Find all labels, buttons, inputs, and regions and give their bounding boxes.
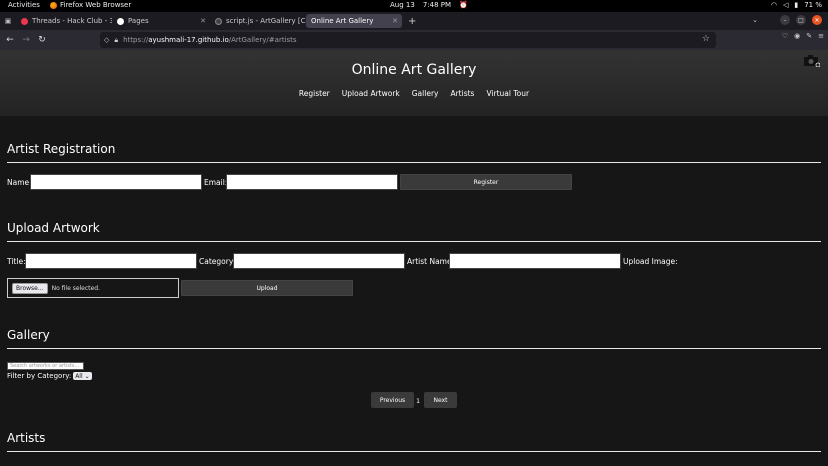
category-input[interactable] (233, 253, 405, 269)
clock[interactable]: Aug 13 7:48 PM ⏰ (390, 1, 468, 9)
registration-heading: Artist Registration (7, 142, 116, 156)
tab-art-gallery[interactable]: Online Art Gallery ✕ (306, 14, 402, 28)
name-label: Name: (7, 178, 32, 187)
tab-pages[interactable]: Pages ✕ (112, 14, 210, 28)
select-value: All (75, 372, 83, 380)
battery-icon: ▮ (794, 1, 799, 9)
nav-link-artists[interactable]: Artists (450, 89, 474, 98)
tab-list-icon[interactable]: ▣ (0, 12, 16, 30)
category-filter: Filter by Category: All ⌄ (7, 372, 92, 380)
tab-strip: ▣ Threads - Hack Club - 3 n Pages ✕ scri… (0, 12, 828, 30)
chevron-down-icon: ⌄ (84, 372, 90, 380)
url-scheme: https:// (123, 36, 149, 44)
url-bar[interactable]: ◇ 🔒︎ https://ayushmali-17.github.io/ArtG… (100, 32, 716, 48)
alarm-icon: ⏰ (459, 1, 468, 9)
pocket-icon[interactable]: ♡ (782, 32, 788, 40)
forward-icon[interactable]: → (18, 32, 34, 48)
shield-icon[interactable]: ◇ (104, 36, 109, 44)
url-path: /ArtGallery/#artists (228, 36, 297, 44)
tab-label: Pages (128, 17, 149, 25)
account-icon[interactable]: ◉ (794, 32, 800, 40)
system-tray[interactable]: ◠ ◁ ▮ 71 % (771, 1, 822, 9)
site-nav: Register Upload Artwork Gallery Artists … (0, 89, 828, 98)
divider (7, 241, 821, 242)
file-input[interactable]: Browse... No file selected. (7, 278, 179, 298)
email-label: Email: (204, 178, 228, 187)
artists-heading: Artists (7, 431, 46, 445)
extensions-icon[interactable]: ✎ (806, 32, 812, 40)
battery-level: 71 % (804, 1, 822, 9)
register-button[interactable]: Register (400, 174, 572, 190)
menu-icon[interactable]: ≡ (818, 32, 824, 40)
close-tab-icon[interactable]: ✕ (200, 17, 206, 25)
file-status: No file selected. (51, 284, 100, 292)
gallery-search-input[interactable]: Search artworks or artists... (7, 362, 84, 370)
back-icon[interactable]: ← (2, 32, 18, 48)
app-name: Firefox Web Browser (60, 1, 132, 9)
tab-script[interactable]: script.js - ArtGallery [Co (210, 14, 306, 28)
chevron-down-icon[interactable]: ⌄ (752, 16, 758, 24)
previous-button[interactable]: Previous (371, 392, 414, 408)
camera-icon[interactable] (804, 55, 820, 67)
url-host: ayushmali-17.github.io (148, 36, 229, 44)
tab-label: script.js - ArtGallery [Co (226, 17, 306, 25)
browse-button[interactable]: Browse... (12, 282, 48, 294)
clock-date: Aug 13 (390, 1, 415, 9)
filter-label: Filter by Category: (7, 372, 72, 380)
hackclub-favicon-icon (21, 17, 28, 25)
nav-link-upload-artwork[interactable]: Upload Artwork (342, 89, 400, 98)
email-input[interactable] (226, 174, 398, 190)
page-content: Online Art Gallery Register Upload Artwo… (0, 50, 828, 466)
wifi-icon: ◠ (770, 1, 777, 9)
divider (7, 162, 821, 163)
gallery-heading: Gallery (7, 328, 50, 342)
site-title: Online Art Gallery (351, 62, 477, 78)
nav-link-register[interactable]: Register (299, 89, 330, 98)
divider (7, 348, 821, 349)
category-select[interactable]: All ⌄ (73, 372, 92, 380)
tab-label: Threads - Hack Club - 3 n (32, 17, 112, 25)
lock-icon[interactable]: 🔒︎ (114, 36, 118, 45)
upload-button[interactable]: Upload (181, 280, 353, 296)
tab-label: Online Art Gallery (311, 17, 374, 25)
clock-time: 7:48 PM (422, 1, 452, 9)
next-button[interactable]: Next (424, 392, 457, 408)
firefox-icon (50, 1, 57, 9)
url-text: https://ayushmali-17.github.io/ArtGaller… (123, 36, 296, 44)
nav-link-gallery[interactable]: Gallery (412, 89, 439, 98)
nav-link-virtual-tour[interactable]: Virtual Tour (486, 89, 529, 98)
navigation-toolbar: ← → ↻ ◇ 🔒︎ https://ayushmali-17.github.i… (0, 30, 828, 50)
title-label: Title: (7, 257, 26, 266)
category-label: Category: (199, 257, 236, 266)
maximize-icon[interactable]: □ (796, 15, 806, 25)
volume-icon: ◁ (782, 1, 789, 9)
title-input[interactable] (25, 253, 197, 269)
upload-image-label: Upload Image: (623, 257, 678, 266)
upload-heading: Upload Artwork (7, 221, 100, 235)
tab-threads[interactable]: Threads - Hack Club - 3 n (16, 14, 112, 28)
github-favicon-icon (117, 17, 124, 25)
bookmark-star-icon[interactable]: ☆ (702, 34, 710, 44)
divider (7, 451, 821, 452)
window-controls: ⌄ – □ ✕ (752, 15, 822, 25)
system-top-bar: Activities Firefox Web Browser Aug 13 7:… (0, 0, 828, 12)
toolbar-icons: ♡ ◉ ✎ ≡ (782, 32, 824, 40)
artist-name-label: Artist Name: (407, 257, 455, 266)
activities-button[interactable]: Activities (8, 1, 40, 9)
minimize-icon[interactable]: – (780, 15, 790, 25)
app-menu[interactable]: Firefox Web Browser (50, 1, 131, 9)
site-header: Online Art Gallery Register Upload Artwo… (0, 50, 828, 116)
page-number: 1 (416, 397, 421, 405)
artist-name-input[interactable] (449, 253, 621, 269)
close-tab-icon[interactable]: ✕ (392, 17, 398, 25)
new-tab-icon[interactable]: + (408, 16, 416, 27)
close-window-icon[interactable]: ✕ (812, 15, 822, 25)
name-input[interactable] (30, 174, 202, 190)
reload-icon[interactable]: ↻ (34, 32, 50, 48)
editor-favicon-icon (215, 17, 222, 25)
